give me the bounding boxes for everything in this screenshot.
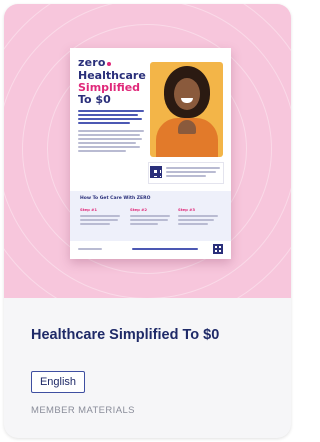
flyer-text-line: [78, 142, 136, 144]
flyer-text-line: [178, 223, 208, 225]
flyer-text-line: [80, 215, 120, 217]
flyer-text-line: [78, 248, 102, 250]
card-title[interactable]: Healthcare Simplified To $0: [31, 327, 219, 343]
zero-logo: zero: [78, 56, 111, 69]
flyer-text-line: [166, 167, 220, 169]
card-thumbnail[interactable]: zero Healthcare Simplified To $0 How To …: [4, 4, 291, 298]
flyer-text-line: [80, 219, 118, 221]
person-photo: [150, 62, 223, 157]
heart-hands-icon: [178, 120, 196, 134]
flyer-preview: zero Healthcare Simplified To $0 How To …: [70, 48, 231, 259]
flyer-text-line: [166, 171, 216, 173]
category-label: MEMBER MATERIALS: [31, 405, 135, 416]
steps-title: How To Get Care With ZERO: [80, 196, 151, 201]
flyer-text-line: [78, 118, 142, 120]
language-button[interactable]: English: [31, 371, 85, 393]
flyer-text-line: [130, 215, 170, 217]
step-label: Step #3: [178, 207, 195, 212]
step-label: Step #2: [130, 207, 147, 212]
flyer-text-line: [78, 150, 126, 152]
flyer-text-line: [78, 122, 130, 124]
step-label: Step #1: [80, 207, 97, 212]
flyer-text-line: [78, 114, 138, 116]
flyer-text-line: [78, 110, 144, 112]
flyer-text-line: [130, 219, 168, 221]
qr-code-icon: [213, 244, 223, 254]
qr-code-icon: [150, 166, 162, 178]
flyer-text-line: [166, 175, 206, 177]
flyer-text-line: [178, 215, 218, 217]
flyer-text-line: [178, 219, 214, 221]
flyer-text-line: [80, 223, 110, 225]
flyer-text-line: [78, 146, 140, 148]
flyer-text-line: [78, 138, 142, 140]
flyer-headline: Healthcare Simplified To $0: [78, 69, 146, 106]
material-card[interactable]: zero Healthcare Simplified To $0 How To …: [4, 4, 291, 438]
flyer-text-line: [78, 130, 144, 132]
flyer-text-line: [130, 223, 158, 225]
flyer-text-line: [78, 134, 140, 136]
flyer-text-line: [132, 248, 198, 250]
